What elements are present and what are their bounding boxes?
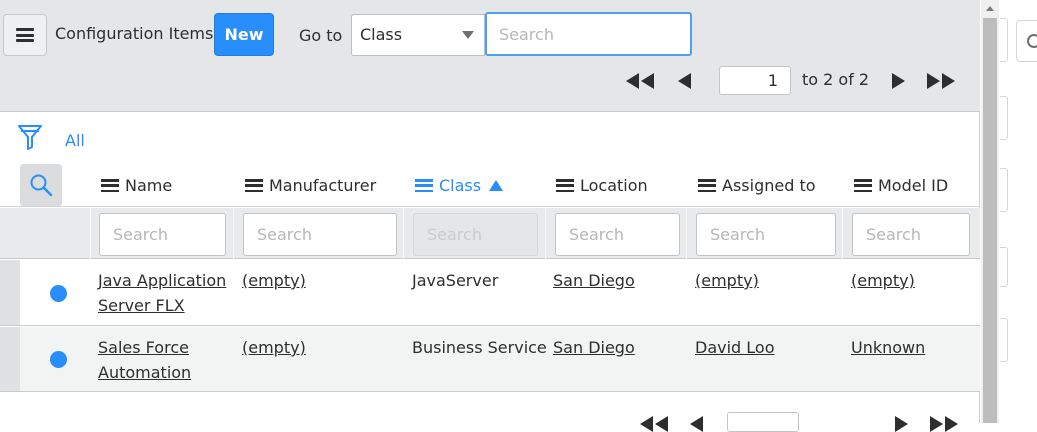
column-header-location[interactable]: Location [556,176,648,195]
page-number-input[interactable] [719,66,791,95]
column-header-class[interactable]: Class [415,176,504,195]
cell-class: JavaServer [412,271,499,290]
column-header-assigned-to[interactable]: Assigned to [698,176,816,195]
last-page-icon[interactable] [930,416,958,432]
search-cell [842,208,980,259]
previous-page-icon[interactable] [690,416,703,432]
goto-field-select[interactable]: Class [351,14,485,56]
filter-breadcrumb-row: All [0,113,980,163]
cell-class: Business Service [412,338,547,357]
scrollbar-thumb[interactable] [983,18,997,423]
cell-assigned-to[interactable]: (empty) [695,268,759,293]
last-page-button[interactable] [927,70,955,92]
column-menu-icon [698,179,716,192]
row-gutter [0,327,20,391]
first-page-icon [626,73,654,89]
column-header-label: Location [580,176,648,195]
manufacturer-search-input[interactable] [243,213,397,256]
location-search-input[interactable] [555,213,680,256]
column-search-row [0,208,980,259]
previous-page-button[interactable] [678,70,691,92]
column-header-row: Name Manufacturer Class Location Assigne… [0,163,980,207]
column-header-manufacturer[interactable]: Manufacturer [245,176,376,195]
cell-manufacturer[interactable]: (empty) [242,335,306,360]
list-header: Configuration Items New Go to Class to 2… [0,0,980,112]
list-search-input[interactable] [485,12,692,56]
search-icon [30,174,53,197]
vertical-scrollbar[interactable] [981,0,999,423]
search-cell [233,208,403,259]
adjacent-panel [999,0,1037,423]
column-menu-icon [415,179,433,192]
column-header-label: Assigned to [722,176,816,195]
goto-field-value: Class [360,25,403,44]
first-page-button[interactable] [626,70,654,92]
table-row: Java Application Server FLX (empty) Java… [0,260,980,326]
cell-model-id[interactable]: (empty) [851,268,915,293]
cell-manufacturer[interactable]: (empty) [242,268,306,293]
cell-name-line: Java Application [98,271,227,290]
column-header-label: Model ID [878,176,949,195]
cell-name-line: Sales Force [98,338,189,357]
search-cell [545,208,686,259]
column-header-label: Manufacturer [269,176,377,195]
next-page-button[interactable] [892,70,905,92]
cell-name[interactable]: Java Application Server FLX [98,268,226,318]
panel-edge [1000,18,1008,62]
status-dot-icon[interactable] [50,285,67,302]
name-search-input[interactable] [99,213,226,256]
bottom-pagination [0,408,980,432]
status-dot-icon[interactable] [50,351,67,368]
column-menu-icon [854,179,872,192]
last-page-icon [927,73,955,89]
first-page-icon[interactable] [640,416,668,432]
page-number-input[interactable] [727,412,799,432]
search-cell [686,208,842,259]
panel-edge [1000,96,1008,140]
cell-name-line: Automation [98,363,192,382]
panel-edge [1000,247,1008,287]
panel-edge [1000,318,1008,362]
goto-label: Go to [299,26,343,45]
assigned-to-search-input[interactable] [696,213,836,256]
cell-assigned-to[interactable]: David Loo [695,335,775,360]
class-search-input [413,213,538,256]
column-header-label: Name [125,176,173,195]
toggle-column-search-button[interactable] [20,164,62,206]
dropdown-caret-icon [462,31,474,39]
list-title: Configuration Items [55,24,214,43]
panel-edge [1000,168,1008,212]
cell-name-line: Server FLX [98,296,185,315]
funnel-icon[interactable] [17,123,43,157]
table-row: Sales Force Automation (empty) Business … [0,327,980,392]
search-cell [90,208,233,259]
cell-location[interactable]: San Diego [553,335,635,360]
next-page-icon [892,73,905,89]
cell-model-id[interactable]: Unknown [851,335,925,360]
column-header-name[interactable]: Name [101,176,172,195]
cell-name[interactable]: Sales Force Automation [98,335,191,385]
breadcrumb-all-link[interactable]: All [65,131,85,150]
scroll-up-arrow-icon[interactable] [986,6,994,11]
column-menu-icon [245,179,263,192]
column-header-label: Class [439,176,482,195]
sort-ascending-icon [489,180,504,191]
next-page-icon[interactable] [895,416,908,432]
panel-search-button[interactable] [1016,20,1037,62]
previous-page-icon [678,73,691,89]
hamburger-icon [16,28,34,42]
column-menu-icon [556,179,574,192]
column-menu-icon [101,179,119,192]
column-header-model-id[interactable]: Model ID [854,176,948,195]
list-menu-button[interactable] [3,14,47,56]
row-gutter [0,260,20,325]
search-icon [1027,34,1037,48]
new-button[interactable]: New [214,13,274,56]
search-cell [403,208,545,259]
page-range-text: to 2 of 2 [802,70,870,89]
cell-location[interactable]: San Diego [553,268,635,293]
model-id-search-input[interactable] [852,213,970,256]
list-frame: Configuration Items New Go to Class to 2… [0,0,980,432]
